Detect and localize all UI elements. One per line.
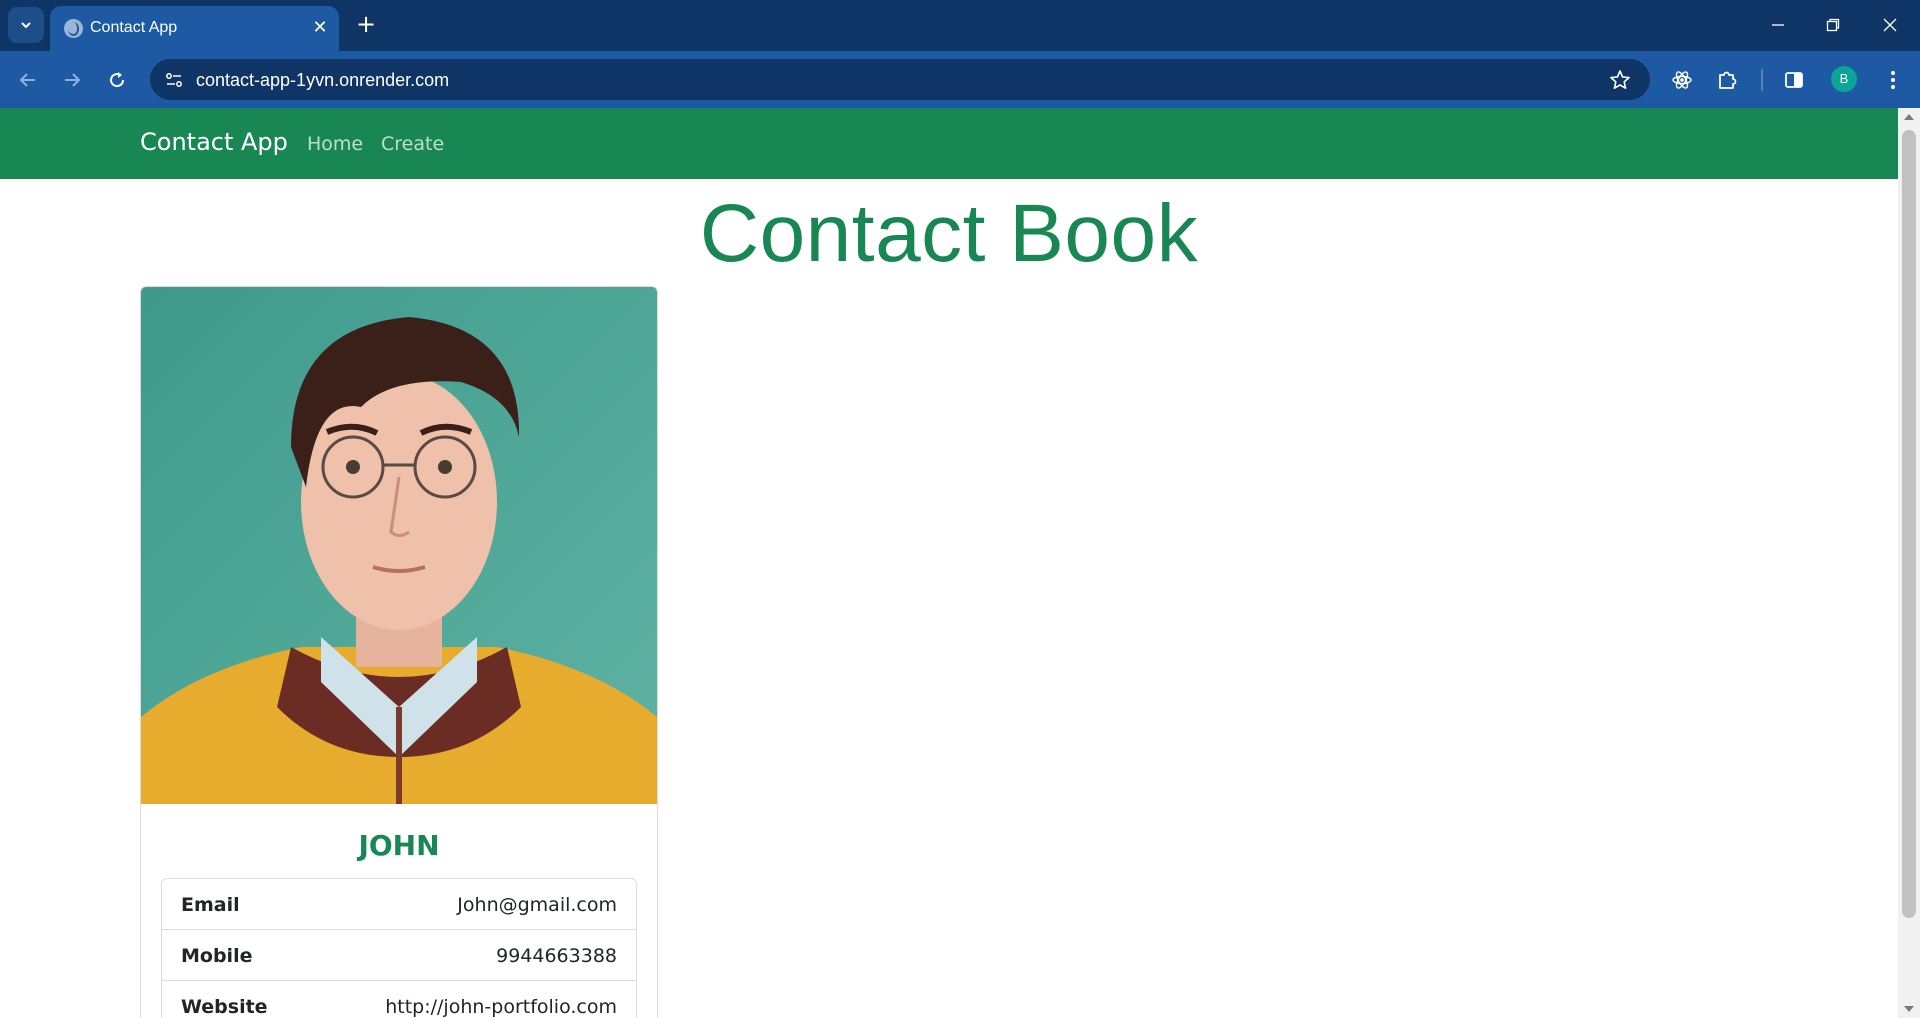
tab-search-button[interactable] — [8, 7, 44, 43]
restore-button[interactable] — [1813, 8, 1853, 42]
page-title: Contact Book — [699, 188, 1199, 279]
mobile-label: Mobile — [181, 945, 253, 967]
list-item-mobile: Mobile 9944663388 — [162, 930, 636, 981]
page-scrollbar[interactable] — [1898, 108, 1920, 1018]
browser-tab-active[interactable]: Contact App ✕ — [50, 6, 339, 51]
reload-icon — [110, 72, 125, 88]
menu-kebab-icon[interactable] — [1876, 63, 1910, 97]
browser-tab-bar: Contact App ✕ + — [0, 0, 1920, 51]
browser-toolbar: contact-app-1yvn.onrender.com B — [0, 51, 1920, 108]
list-item-email: Email John@gmail.com — [162, 879, 636, 930]
minimize-icon — [1772, 24, 1784, 26]
reload-button[interactable] — [100, 63, 134, 97]
globe-icon — [64, 19, 83, 38]
contact-name: JOHN — [358, 829, 440, 862]
extensions-puzzle-icon[interactable] — [1710, 63, 1744, 97]
forward-button[interactable] — [55, 63, 89, 97]
profile-avatar[interactable]: B — [1831, 66, 1857, 92]
email-value: John@gmail.com — [457, 894, 617, 916]
side-panel-icon[interactable] — [1777, 63, 1811, 97]
contact-info-list: Email John@gmail.com Mobile 9944663388 W… — [161, 878, 637, 1018]
page-viewport: Contact App Home Create Contact Book JOH… — [0, 108, 1898, 1018]
minimize-button[interactable] — [1758, 8, 1798, 42]
url-text: contact-app-1yvn.onrender.com — [196, 70, 450, 90]
mobile-value: 9944663388 — [496, 945, 617, 967]
chevron-down-icon — [21, 22, 31, 29]
site-info-icon[interactable] — [162, 68, 186, 92]
arrow-right-icon — [65, 73, 81, 87]
toolbar-divider — [1761, 69, 1763, 91]
site-navbar: Contact App Home Create — [0, 108, 1898, 179]
email-label: Email — [181, 894, 240, 916]
list-item-website: Website http://john-portfolio.com — [162, 981, 636, 1018]
address-bar[interactable]: contact-app-1yvn.onrender.com — [150, 59, 1650, 100]
website-value: http://john-portfolio.com — [385, 996, 617, 1018]
nav-link-create[interactable]: Create — [381, 133, 444, 155]
contact-photo — [141, 287, 657, 804]
arrow-left-icon — [19, 73, 35, 87]
close-window-button[interactable] — [1870, 8, 1910, 42]
contact-card: JOHN Email John@gmail.com Mobile 9944663… — [140, 286, 658, 1018]
tab-close-button[interactable]: ✕ — [309, 17, 331, 39]
scroll-down-arrow[interactable] — [1904, 1006, 1914, 1012]
react-devtools-icon[interactable] — [1665, 63, 1699, 97]
website-label: Website — [181, 996, 268, 1018]
bookmark-star-icon[interactable] — [1608, 68, 1632, 92]
scrollbar-thumb[interactable] — [1902, 130, 1916, 918]
new-tab-button[interactable]: + — [353, 11, 379, 37]
nav-link-home[interactable]: Home — [307, 133, 363, 155]
restore-icon — [1826, 18, 1840, 32]
close-icon — [1883, 18, 1897, 32]
back-button[interactable] — [11, 63, 45, 97]
scroll-up-arrow[interactable] — [1904, 114, 1914, 120]
tab-title: Contact App — [90, 19, 178, 36]
navbar-brand[interactable]: Contact App — [140, 128, 288, 156]
